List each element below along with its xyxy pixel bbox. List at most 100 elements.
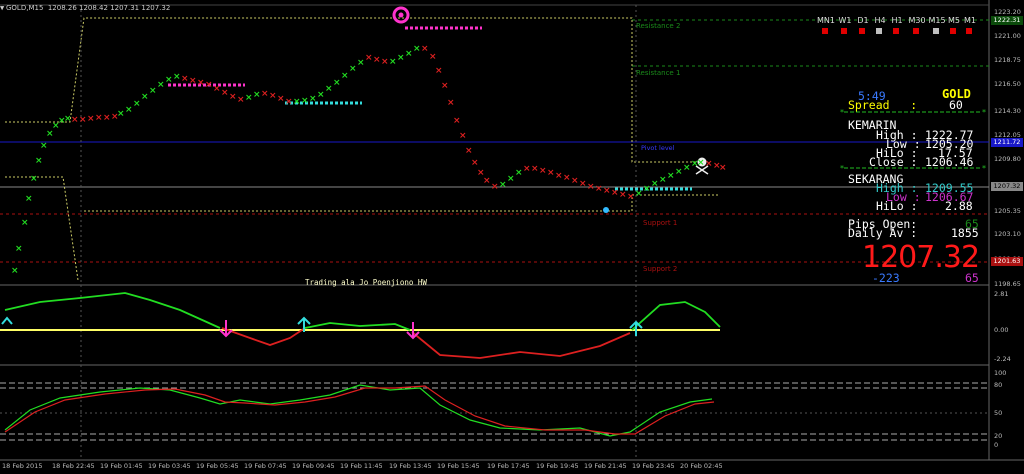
price-mark: × (563, 173, 571, 183)
pivot-price-tag: 1211.72 (991, 138, 1023, 147)
pivot-label: Pivot level (641, 144, 675, 152)
price-mark: × (465, 146, 473, 156)
price-mark: × (141, 92, 149, 102)
price-mark: × (683, 163, 691, 173)
timeframe-label[interactable]: W1 (836, 16, 854, 25)
time-tick: 19 Feb 07:45 (244, 462, 287, 470)
price-mark: × (515, 168, 523, 178)
price-mark: × (627, 192, 635, 202)
time-tick: 18 Feb 2015 (2, 462, 43, 470)
price-mark: × (523, 164, 531, 174)
price-mark: × (483, 176, 491, 186)
osc2-50-tick: 50 (994, 409, 1003, 417)
timeframe-label[interactable]: D1 (854, 16, 872, 25)
price-mark: × (405, 49, 413, 59)
price-mark: × (389, 57, 397, 67)
timeframe-label[interactable]: M15 (928, 16, 946, 25)
time-tick: 19 Feb 19:45 (536, 462, 579, 470)
price-mark: × (453, 116, 461, 126)
price-mark: × (421, 44, 429, 54)
price-mark: × (213, 84, 221, 94)
timeframe-label[interactable]: M1 (961, 16, 979, 25)
price-mark: × (595, 184, 603, 194)
price-mark: × (603, 186, 611, 196)
price-mark: × (221, 88, 229, 98)
price-mark: × (117, 109, 125, 119)
price-mark: × (325, 84, 333, 94)
timeframe-label[interactable]: MN1 (817, 16, 835, 25)
time-tick: 19 Feb 03:45 (148, 462, 191, 470)
price-mark: × (237, 95, 245, 105)
price-mark: × (341, 71, 349, 81)
price-mark: × (659, 175, 667, 185)
price-mark: × (365, 53, 373, 63)
price-mark: × (197, 78, 205, 88)
price-tick: 1198.65 (994, 280, 1021, 288)
s-hilo-value: 2.88 (945, 199, 973, 213)
price-mark: × (651, 179, 659, 189)
time-tick: 19 Feb 05:45 (196, 462, 239, 470)
price-mark: × (643, 184, 651, 194)
osc1-top-tick: 2.81 (994, 290, 1009, 298)
price-mark: × (539, 166, 547, 176)
daily-av-label: Daily Av : (848, 226, 918, 240)
price-mark: × (301, 96, 309, 106)
daily-av-value: 1855 (951, 226, 979, 240)
price-mark: × (35, 156, 43, 166)
current-price-big: 1207.32 (862, 240, 980, 275)
timeframe-status-box (966, 28, 972, 34)
time-tick: 19 Feb 21:45 (584, 462, 627, 470)
price-mark: × (253, 90, 261, 100)
price-mark: × (21, 218, 29, 228)
timeframe-label[interactable]: M30 (908, 16, 926, 25)
price-mark: × (261, 89, 269, 99)
price-mark: × (229, 92, 237, 102)
price-mark: × (40, 141, 48, 151)
time-tick: 19 Feb 13:45 (389, 462, 432, 470)
price-mark: × (269, 91, 277, 101)
price-mark: × (381, 57, 389, 67)
current-price-tag: 1207.32 (991, 182, 1023, 191)
price-mark: × (447, 98, 455, 108)
price-mark: × (611, 188, 619, 198)
price-mark: × (705, 159, 713, 169)
price-mark: × (181, 74, 189, 84)
price-mark: × (165, 75, 173, 85)
osc2-green (4, 384, 713, 437)
timeframe-status-box (841, 28, 847, 34)
window-title: GOLD,M15 1208.26 1208.42 1207.31 1207.32 (6, 4, 171, 12)
s2-price-tag: 1201.63 (991, 257, 1023, 266)
price-mark: × (507, 174, 515, 184)
osc2-100-tick: 100 (994, 369, 1007, 377)
price-mark: × (173, 72, 181, 82)
timeframe-label[interactable]: H1 (888, 16, 906, 25)
price-mark: × (189, 76, 197, 86)
price-mark: × (349, 64, 357, 74)
price-mark: × (373, 55, 381, 65)
price-tick: 1209.80 (994, 155, 1021, 163)
price-tick: 1214.30 (994, 107, 1021, 115)
timeframe-status-box (893, 28, 899, 34)
price-mark: × (587, 182, 595, 192)
price-mark: × (133, 99, 141, 109)
support-1-label: Support 1 (643, 219, 678, 227)
prior-range-box (5, 17, 700, 163)
price-mark: × (441, 81, 449, 91)
price-mark: × (547, 168, 555, 178)
price-mark: × (149, 86, 157, 96)
price-marks: ××××××××××× × × × × × ×× ××××× × × × × × × × × × × × × × × × × ×… (11, 44, 727, 276)
osc1-zero-tick: 0.00 (994, 326, 1009, 334)
s-hilo-label: HiLo : (876, 199, 918, 213)
timeframe-label[interactable]: H4 (871, 16, 889, 25)
price-mark: × (531, 164, 539, 174)
r2-price-tag: 1222.31 (991, 16, 1023, 25)
price-tick: 1218.75 (994, 56, 1021, 64)
price-mark: × (25, 194, 33, 204)
price-mark: × (667, 171, 675, 181)
bottom-right-value: 65 (965, 271, 979, 285)
timeframe-status-box (822, 28, 828, 34)
price-mark: × (309, 94, 317, 104)
price-mark: × (459, 131, 467, 141)
price-mark: × (579, 179, 587, 189)
chevron-down-icon[interactable]: ▼ (0, 4, 4, 12)
